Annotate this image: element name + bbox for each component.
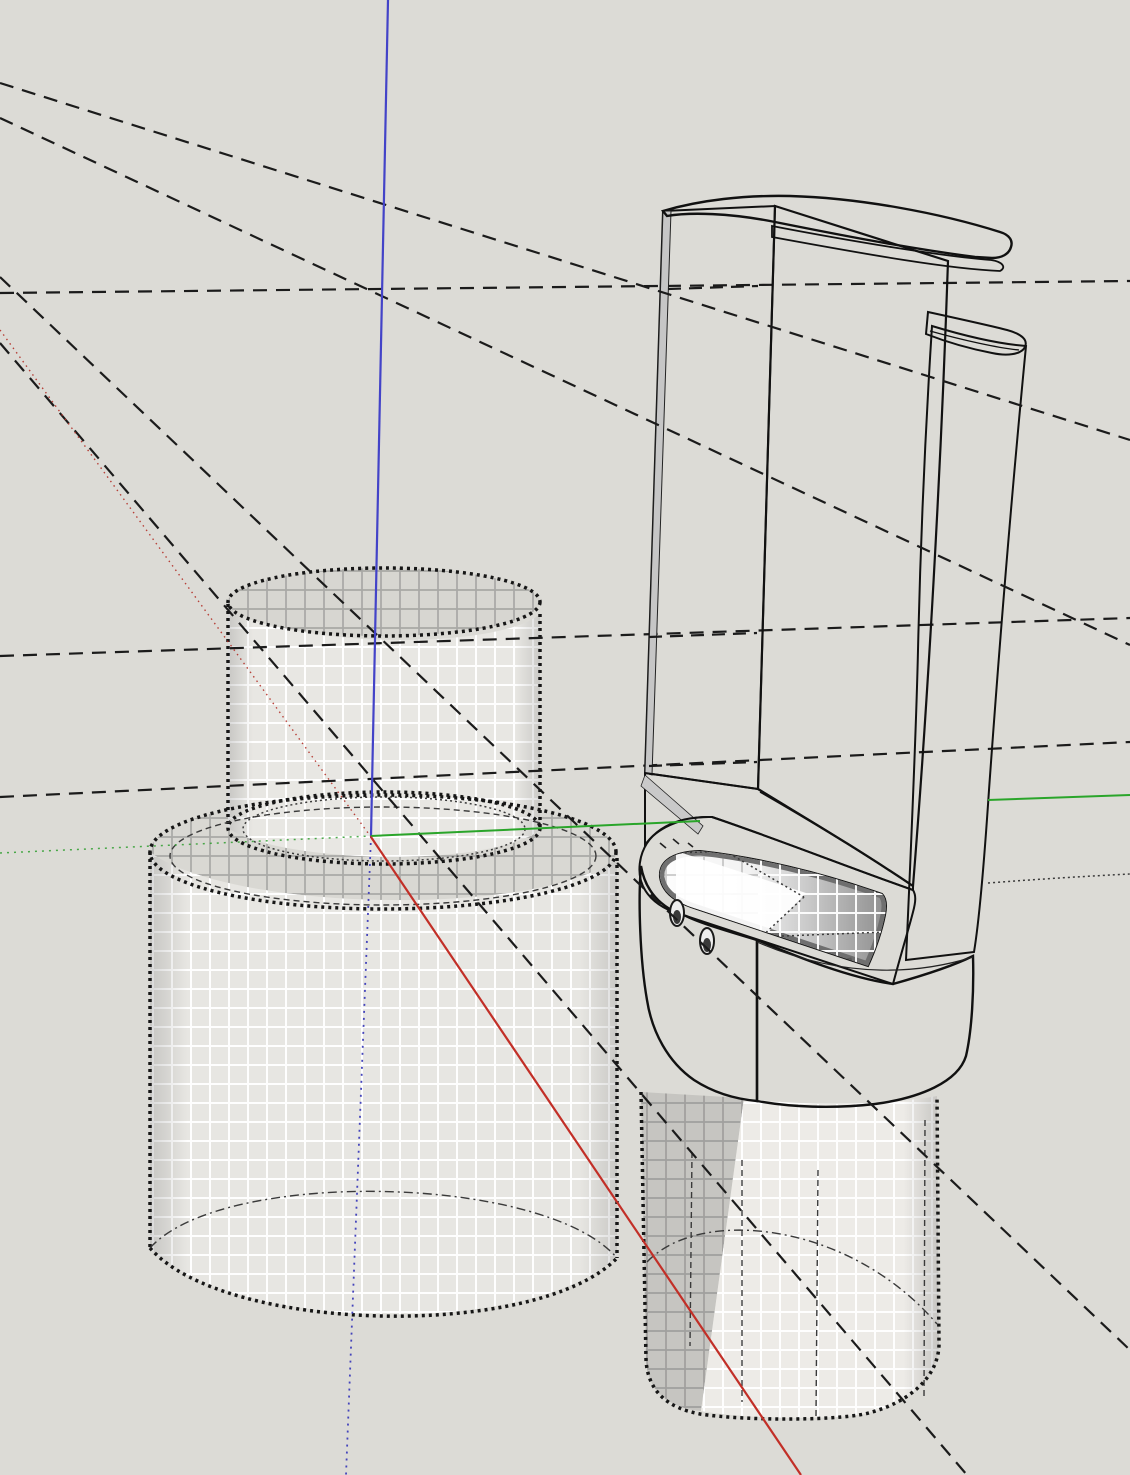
modeling-viewport[interactable] bbox=[0, 0, 1130, 1475]
viewport-canvas[interactable] bbox=[0, 0, 1130, 1475]
large-cylinder-shading bbox=[150, 852, 617, 1314]
ghost-pill-volume[interactable] bbox=[641, 1092, 939, 1419]
ghost-cylinder-large[interactable] bbox=[150, 795, 617, 1314]
